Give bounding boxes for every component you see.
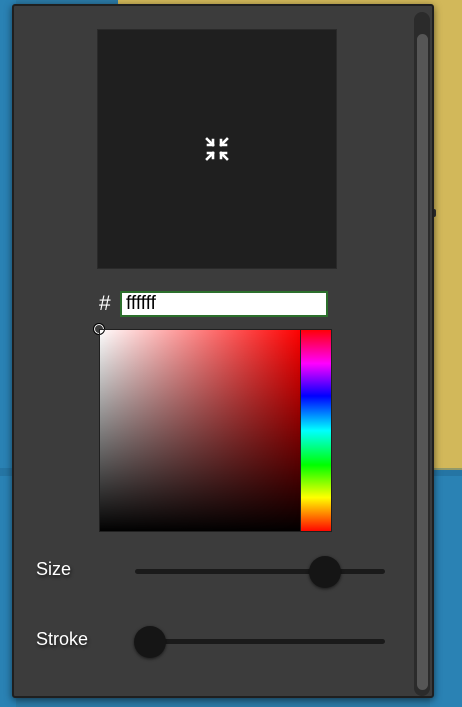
background-right-strip <box>430 470 462 707</box>
brush-settings-panel: # Size Stroke <box>12 4 434 698</box>
color-picker <box>93 323 333 533</box>
size-label: Size <box>36 559 72 579</box>
size-slider-track[interactable] <box>135 556 385 588</box>
hue-slider[interactable] <box>301 329 332 532</box>
size-slider-thumb[interactable] <box>309 556 341 588</box>
stroke-label: Stroke <box>36 629 89 649</box>
hex-color-row: # <box>99 289 328 319</box>
saturation-value-area[interactable] <box>93 323 301 532</box>
hash-label: # <box>99 292 111 315</box>
saturation-value-handle[interactable] <box>93 323 105 335</box>
collapse-arrows-icon[interactable] <box>203 135 231 163</box>
brush-preview <box>97 29 337 269</box>
size-slider-row: Size <box>36 553 396 589</box>
hex-color-input[interactable] <box>120 291 328 317</box>
stroke-slider-track[interactable] <box>134 626 385 658</box>
stroke-slider-thumb[interactable] <box>134 626 166 658</box>
scrollbar-thumb[interactable] <box>417 34 428 690</box>
stroke-slider-row: Stroke <box>36 623 396 659</box>
